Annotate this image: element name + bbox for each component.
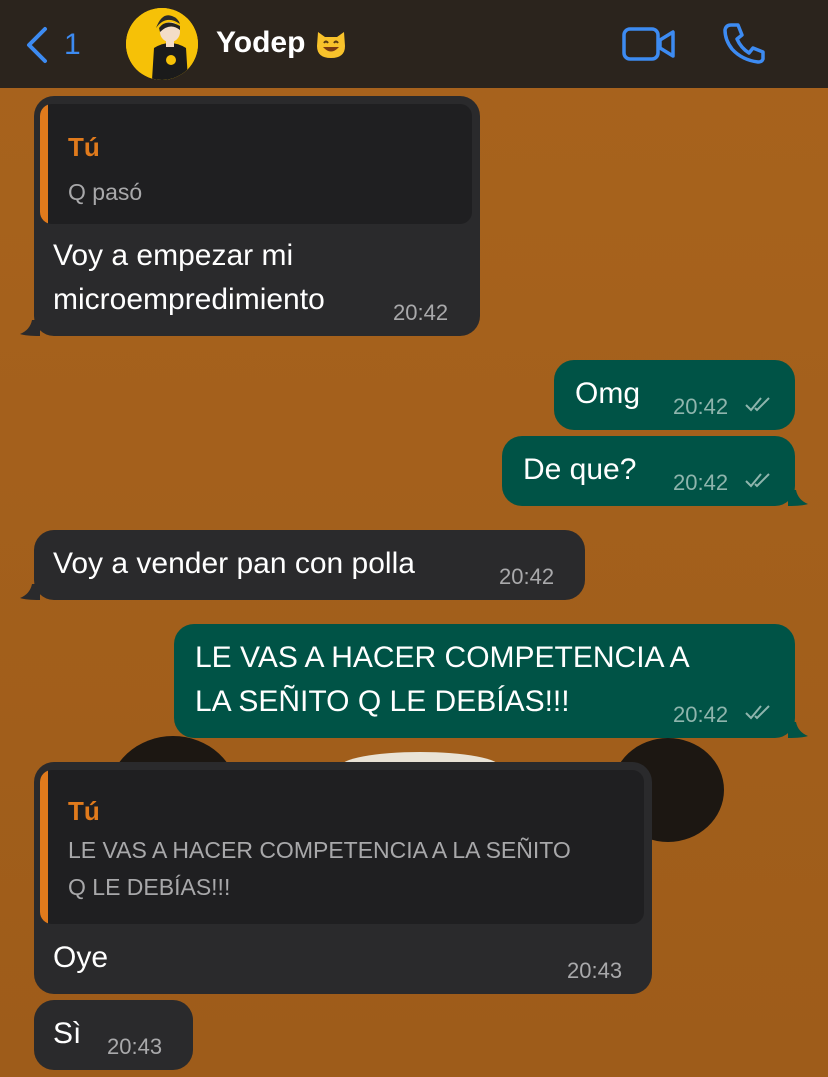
message-time: 20:42 bbox=[673, 470, 729, 495]
message-time: 20:43 bbox=[567, 958, 623, 983]
message-text: LE VAS A HACER COMPETENCIA A bbox=[195, 641, 690, 674]
unread-count: 1 bbox=[64, 28, 81, 61]
quote-accent-bar bbox=[40, 770, 48, 924]
message-text: De que? bbox=[523, 453, 637, 486]
message-time: 20:42 bbox=[673, 394, 729, 419]
quoted-message[interactable]: Tú LE VAS A HACER COMPETENCIA A LA SEÑIT… bbox=[40, 770, 644, 924]
read-receipt-icon bbox=[744, 394, 776, 419]
message-bubble-incoming[interactable]: Tú LE VAS A HACER COMPETENCIA A LA SEÑIT… bbox=[34, 762, 652, 994]
message-bubble-incoming[interactable]: Sì 20:43 bbox=[34, 1000, 193, 1070]
message-text: Omg bbox=[575, 377, 641, 410]
message-text: LA SEÑITO Q LE DEBÍAS!!! bbox=[195, 685, 570, 718]
quote-author: Tú bbox=[68, 132, 100, 162]
message-text: Voy a vender pan con polla bbox=[53, 547, 415, 580]
read-receipt-icon bbox=[744, 470, 776, 495]
message-bubble-outgoing[interactable]: De que? 20:42 bbox=[502, 436, 795, 506]
read-receipt-icon bbox=[744, 702, 776, 727]
quote-text: LE VAS A HACER COMPETENCIA A LA SEÑITO bbox=[68, 837, 571, 863]
message-bubble-outgoing[interactable]: Omg 20:42 bbox=[554, 360, 795, 430]
phone-call-icon[interactable] bbox=[722, 22, 766, 69]
avatar[interactable] bbox=[126, 8, 198, 80]
quote-text: Q LE DEBÍAS!!! bbox=[68, 874, 231, 900]
message-bubble-outgoing[interactable]: LE VAS A HACER COMPETENCIA A LA SEÑITO Q… bbox=[174, 624, 795, 738]
quote-text: Q pasó bbox=[68, 179, 143, 205]
message-time: 20:43 bbox=[107, 1034, 163, 1059]
message-text: Voy a empezar mi bbox=[53, 239, 294, 272]
message-text: microempredimiento bbox=[53, 283, 325, 316]
chat-header: 1 Yodep bbox=[0, 0, 828, 88]
smiling-cat-icon bbox=[314, 26, 348, 60]
message-text: Sì bbox=[53, 1017, 82, 1050]
message-time: 20:42 bbox=[393, 300, 449, 325]
contact-name[interactable]: Yodep bbox=[216, 26, 305, 60]
video-call-icon[interactable] bbox=[622, 26, 676, 67]
message-text: Oye bbox=[53, 941, 109, 974]
message-time: 20:42 bbox=[499, 564, 555, 589]
message-bubble-incoming[interactable]: Voy a vender pan con polla 20:42 bbox=[34, 530, 585, 600]
chevron-left-icon bbox=[24, 26, 50, 64]
back-button[interactable]: 1 bbox=[24, 26, 81, 64]
message-time: 20:42 bbox=[673, 702, 729, 727]
message-bubble-incoming[interactable]: Tú Q pasó Voy a empezar mi microempredim… bbox=[34, 96, 480, 336]
quoted-message[interactable]: Tú Q pasó bbox=[40, 104, 472, 224]
quote-author: Tú bbox=[68, 796, 100, 826]
quote-accent-bar bbox=[40, 104, 48, 224]
